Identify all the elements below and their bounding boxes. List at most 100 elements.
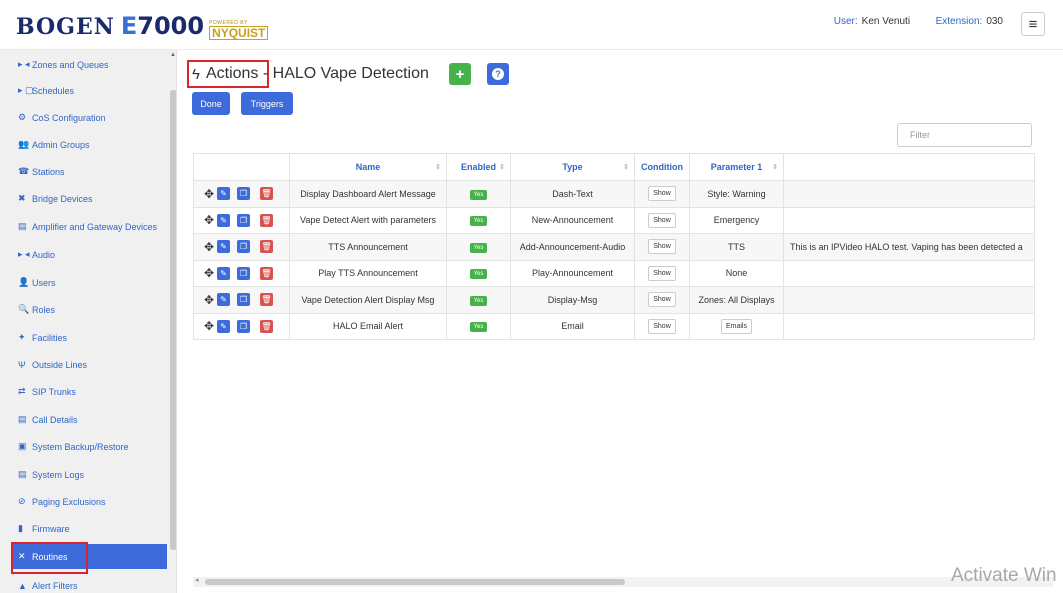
sidebar-item-facilities[interactable]: ✦ Facilities <box>0 325 170 350</box>
emails-button[interactable]: Emails <box>720 318 752 334</box>
sidebar-item-outside-lines[interactable]: Ψ Outside Lines <box>0 352 170 377</box>
horizontal-scrollbar[interactable]: ◂ <box>193 577 1053 587</box>
delete-icon[interactable]: 🗑 <box>260 213 273 227</box>
scrollbar-thumb[interactable] <box>205 579 625 585</box>
sidebar-item-sip-trunks[interactable]: ⇄ SIP Trunks <box>0 379 170 404</box>
cell-condition: Show <box>634 206 690 234</box>
copy-icon[interactable]: ❐ <box>237 213 250 227</box>
show-condition-button[interactable]: Show <box>648 186 676 202</box>
cell-param1: None <box>689 259 784 287</box>
warning-icon: ▲ <box>18 580 27 591</box>
sidebar-item-call-details[interactable]: ▤ Call Details <box>0 407 170 432</box>
col-enabled-header[interactable]: Enabled ⇕ <box>446 153 511 181</box>
user-icon: 👤 <box>18 277 30 287</box>
extension-label: Extension: <box>935 16 983 27</box>
move-icon[interactable]: ✥ <box>201 240 217 254</box>
edit-icon[interactable]: ✎ <box>217 293 230 307</box>
calendar-icon: ▸ ▢ <box>18 85 34 95</box>
cell-param2: This is an IPVideo HALO test. Vaping has… <box>783 233 1035 261</box>
sidebar-item-bridge-devices[interactable]: ✖ Bridge Devices <box>0 186 170 211</box>
cell-type: Add-Announcement-Audio <box>510 233 635 261</box>
cell-enabled: Yes <box>446 233 511 261</box>
table-row: ✥ ✎ ❐ 🗑 TTS Announcement Yes Add-Announceme… <box>193 233 1035 261</box>
cell-name: Play TTS Announcement <box>289 259 447 287</box>
sort-icon: ⇕ <box>772 164 778 171</box>
sidebar-item-firmware[interactable]: ▮ Firmware <box>0 516 170 541</box>
move-icon[interactable]: ✥ <box>201 293 217 307</box>
zones-icon: ▸ ◂ <box>18 59 30 69</box>
copy-icon[interactable]: ❐ <box>237 187 250 201</box>
sidebar-item-system-logs[interactable]: ▤ System Logs <box>0 462 170 487</box>
sidebar-item-amplifier-gateway[interactable]: ▤ Amplifier and Gateway Devices <box>0 214 170 239</box>
user-name: Ken Venuti <box>861 16 911 27</box>
sidebar-item-roles[interactable]: 🔍 Roles <box>0 297 170 322</box>
logo-brand: BOGEN <box>16 14 115 40</box>
hamburger-menu-icon[interactable]: ≡ <box>1021 12 1045 36</box>
delete-icon[interactable]: 🗑 <box>260 240 273 254</box>
cell-param2 <box>783 259 1035 287</box>
delete-icon[interactable]: 🗑 <box>260 293 273 307</box>
delete-icon[interactable]: 🗑 <box>260 266 273 280</box>
copy-icon[interactable]: ❐ <box>237 293 250 307</box>
show-condition-button[interactable]: Show <box>648 318 676 334</box>
done-button[interactable]: Done <box>192 92 230 115</box>
cell-param1: Style: Warning <box>689 180 784 208</box>
col-name-header[interactable]: Name ⇕ <box>289 153 447 181</box>
sidebar-item-alert-filters[interactable]: ▲ Alert Filters <box>0 573 170 593</box>
enabled-badge: Yes <box>469 216 488 227</box>
cell-param1: Emergency <box>689 206 784 234</box>
move-icon[interactable]: ✥ <box>201 213 217 227</box>
sidebar-item-audio[interactable]: ▸ ◂ Audio <box>0 242 170 267</box>
extension-value: 030 <box>986 16 1003 27</box>
edit-icon[interactable]: ✎ <box>217 319 230 333</box>
enabled-badge: Yes <box>469 322 488 333</box>
sidebar-item-users[interactable]: 👤 Users <box>0 270 170 295</box>
cell-type: Email <box>510 312 635 340</box>
ban-icon: ⊘ <box>18 496 26 506</box>
col-type-header[interactable]: Type ⇕ <box>510 153 635 181</box>
copy-icon[interactable]: ❐ <box>237 266 250 280</box>
logo-partner: POWERED BY NYQUIST <box>209 21 269 40</box>
help-button[interactable]: ? <box>487 63 509 85</box>
sidebar-item-zones-and-queues[interactable]: ▸ ◂ Zones and Queues <box>0 52 170 77</box>
enabled-badge: Yes <box>469 295 488 306</box>
sidebar-scrollbar[interactable] <box>170 90 176 550</box>
show-condition-button[interactable]: Show <box>648 265 676 281</box>
triggers-button[interactable]: Triggers <box>241 92 293 115</box>
delete-icon[interactable]: 🗑 <box>260 187 273 201</box>
actions-table: Name ⇕ Enabled ⇕ Type ⇕ Condition Parameter… <box>193 153 1035 340</box>
add-action-button[interactable]: + <box>449 63 471 85</box>
cell-condition: Show <box>634 180 690 208</box>
scroll-left-arrow-icon[interactable]: ◂ <box>195 576 199 584</box>
cell-enabled: Yes <box>446 206 511 234</box>
cell-enabled: Yes <box>446 286 511 314</box>
sidebar-item-stations[interactable]: ☎ Stations <box>0 159 170 184</box>
move-icon[interactable]: ✥ <box>201 266 217 280</box>
edit-icon[interactable]: ✎ <box>217 187 230 201</box>
edit-icon[interactable]: ✎ <box>217 266 230 280</box>
sidebar-item-cos-configuration[interactable]: ⚙ CoS Configuration <box>0 105 170 130</box>
show-condition-button[interactable]: Show <box>648 212 676 228</box>
col-param1-header[interactable]: Parameter 1 ⇕ <box>689 153 784 181</box>
filter-input[interactable]: Filter <box>897 123 1032 147</box>
show-condition-button[interactable]: Show <box>648 292 676 308</box>
copy-icon[interactable]: ❐ <box>237 240 250 254</box>
edit-icon[interactable]: ✎ <box>217 213 230 227</box>
move-icon[interactable]: ✥ <box>201 319 217 333</box>
cell-param1: Zones: All Displays <box>689 286 784 314</box>
sidebar-item-system-backup[interactable]: ▣ System Backup/Restore <box>0 434 170 459</box>
sidebar-item-admin-groups[interactable]: 👥 Admin Groups <box>0 132 170 157</box>
show-condition-button[interactable]: Show <box>648 239 676 255</box>
gears-icon: ⚙ <box>18 112 27 122</box>
sidebar-item-paging-exclusions[interactable]: ⊘ Paging Exclusions <box>0 489 170 514</box>
copy-icon[interactable]: ❐ <box>237 319 250 333</box>
bogen-logo[interactable]: BOGEN E7000 POWERED BY NYQUIST <box>16 12 269 40</box>
delete-icon[interactable]: 🗑 <box>260 319 273 333</box>
sidebar-item-schedules[interactable]: ▸ ▢ Schedules <box>0 78 170 103</box>
user-info: User: Ken Venuti Extension: 030 <box>834 16 1003 27</box>
question-icon: ? <box>492 68 504 80</box>
cell-enabled: Yes <box>446 259 511 287</box>
scroll-up-arrow-icon[interactable]: ▲ <box>170 52 176 58</box>
move-icon[interactable]: ✥ <box>201 187 217 201</box>
edit-icon[interactable]: ✎ <box>217 240 230 254</box>
